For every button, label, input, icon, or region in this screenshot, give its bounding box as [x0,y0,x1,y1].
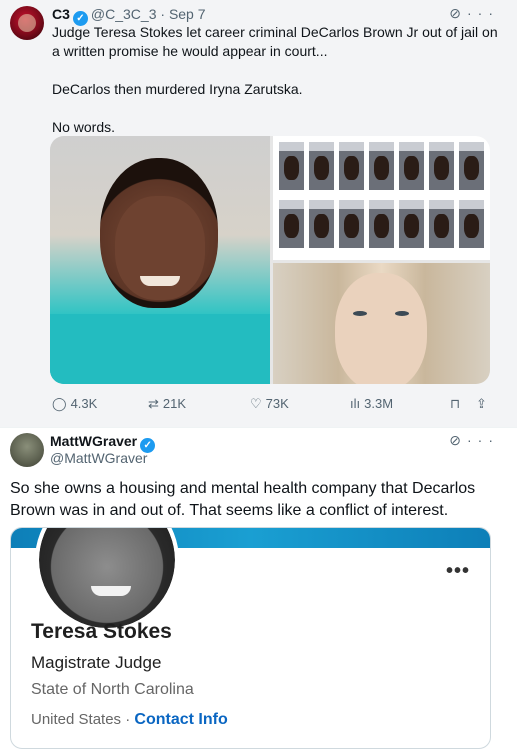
repost-icon: ⇄ [148,396,159,411]
tweet-text: So she owns a housing and mental health … [10,480,476,519]
repost-button[interactable]: ⇄ 21K [148,396,186,412]
avatar[interactable] [10,6,44,40]
photo-young-woman[interactable] [273,263,490,384]
mugshot-thumb [339,142,364,190]
quoted-tweet[interactable]: C3 ✓ @C_3C_3 · Sep 7 ⊘··· Judge Teresa Sto… [0,0,517,427]
separator: · [125,711,131,728]
profile-name: Teresa Stokes [31,620,172,643]
avatar-logo [18,14,36,32]
author-name[interactable]: C3 [52,6,70,22]
separator: · [156,6,169,22]
action-bar: ◯ 4.3K ⇄ 21K ♡ 73K ılı 3.3M ⊓ ⇪ [50,396,495,412]
profile-footer: United States · Contact Info [31,711,228,729]
profile-photo-smile [91,586,131,596]
avatar[interactable] [10,433,44,467]
mugshot-thumb [399,200,424,248]
tweet-top-actions: ⊘··· [449,5,499,22]
tweet-paragraph: Judge Teresa Stokes let career criminal … [52,24,498,59]
profile-card-image[interactable]: ••• Teresa Stokes Magistrate Judge State… [10,527,491,749]
author-handle[interactable]: @MattWGraver [50,449,147,467]
mugshot-thumb [369,200,394,248]
profile-location: United States [31,711,122,728]
grok-icon[interactable]: ⊘ [449,432,467,448]
reply-icon: ◯ [52,396,67,411]
like-button[interactable]: ♡ 73K [250,396,289,412]
photo-woman-portrait[interactable] [50,136,270,384]
grok-icon[interactable]: ⊘ [449,5,467,21]
tweet-paragraph: No words. [52,119,116,135]
photo-shirt [50,314,270,384]
divider [0,427,517,428]
more-icon[interactable]: ··· [467,432,499,448]
profile-organization: State of North Carolina [31,681,194,698]
mugshot-thumb [309,142,334,190]
photo-smile [140,276,180,286]
bookmark-icon[interactable]: ⊓ [450,396,460,412]
views-count: 3.3M [364,396,394,411]
views-icon: ılı [350,396,361,411]
like-icon: ♡ [250,396,262,411]
mugshot-thumb [429,200,454,248]
photo-eye [395,311,409,316]
photo-mugshot-grid[interactable] [273,136,490,260]
author-handle[interactable]: @C_3C_3 [91,6,157,22]
profile-title: Magistrate Judge [31,653,162,672]
mugshot-thumb [279,200,304,248]
tweet-top-actions: ⊘··· [449,432,499,449]
views-button[interactable]: ılı 3.3M [350,396,393,411]
reply-button[interactable]: ◯ 4.3K [52,396,97,412]
profile-photo [35,528,179,632]
share-icon[interactable]: ⇪ [476,396,487,412]
tweet-paragraph: DeCarlos then murdered Iryna Zarutska. [52,81,303,97]
tweet-date[interactable]: Sep 7 [169,6,206,22]
mugshot-thumb [369,142,394,190]
mugshot-thumb [459,142,484,190]
mugshot-thumb [399,142,424,190]
media-grid[interactable] [50,136,490,384]
repost-count: 21K [162,396,187,411]
author-name-text: MattWGraver [50,433,138,449]
photo-face [335,273,427,384]
mugshot-thumb [429,142,454,190]
reply-count: 4.3K [70,396,98,411]
more-icon[interactable]: ••• [446,560,470,583]
like-count: 73K [265,396,289,411]
more-icon[interactable]: ··· [467,5,499,21]
photo-eye [353,311,367,316]
contact-info-link[interactable]: Contact Info [134,711,227,728]
mugshot-thumb [339,200,364,248]
mugshot-thumb [459,200,484,248]
profile-photo-face [39,528,175,628]
mugshot-thumb [309,200,334,248]
mugshot-thumb [279,142,304,190]
